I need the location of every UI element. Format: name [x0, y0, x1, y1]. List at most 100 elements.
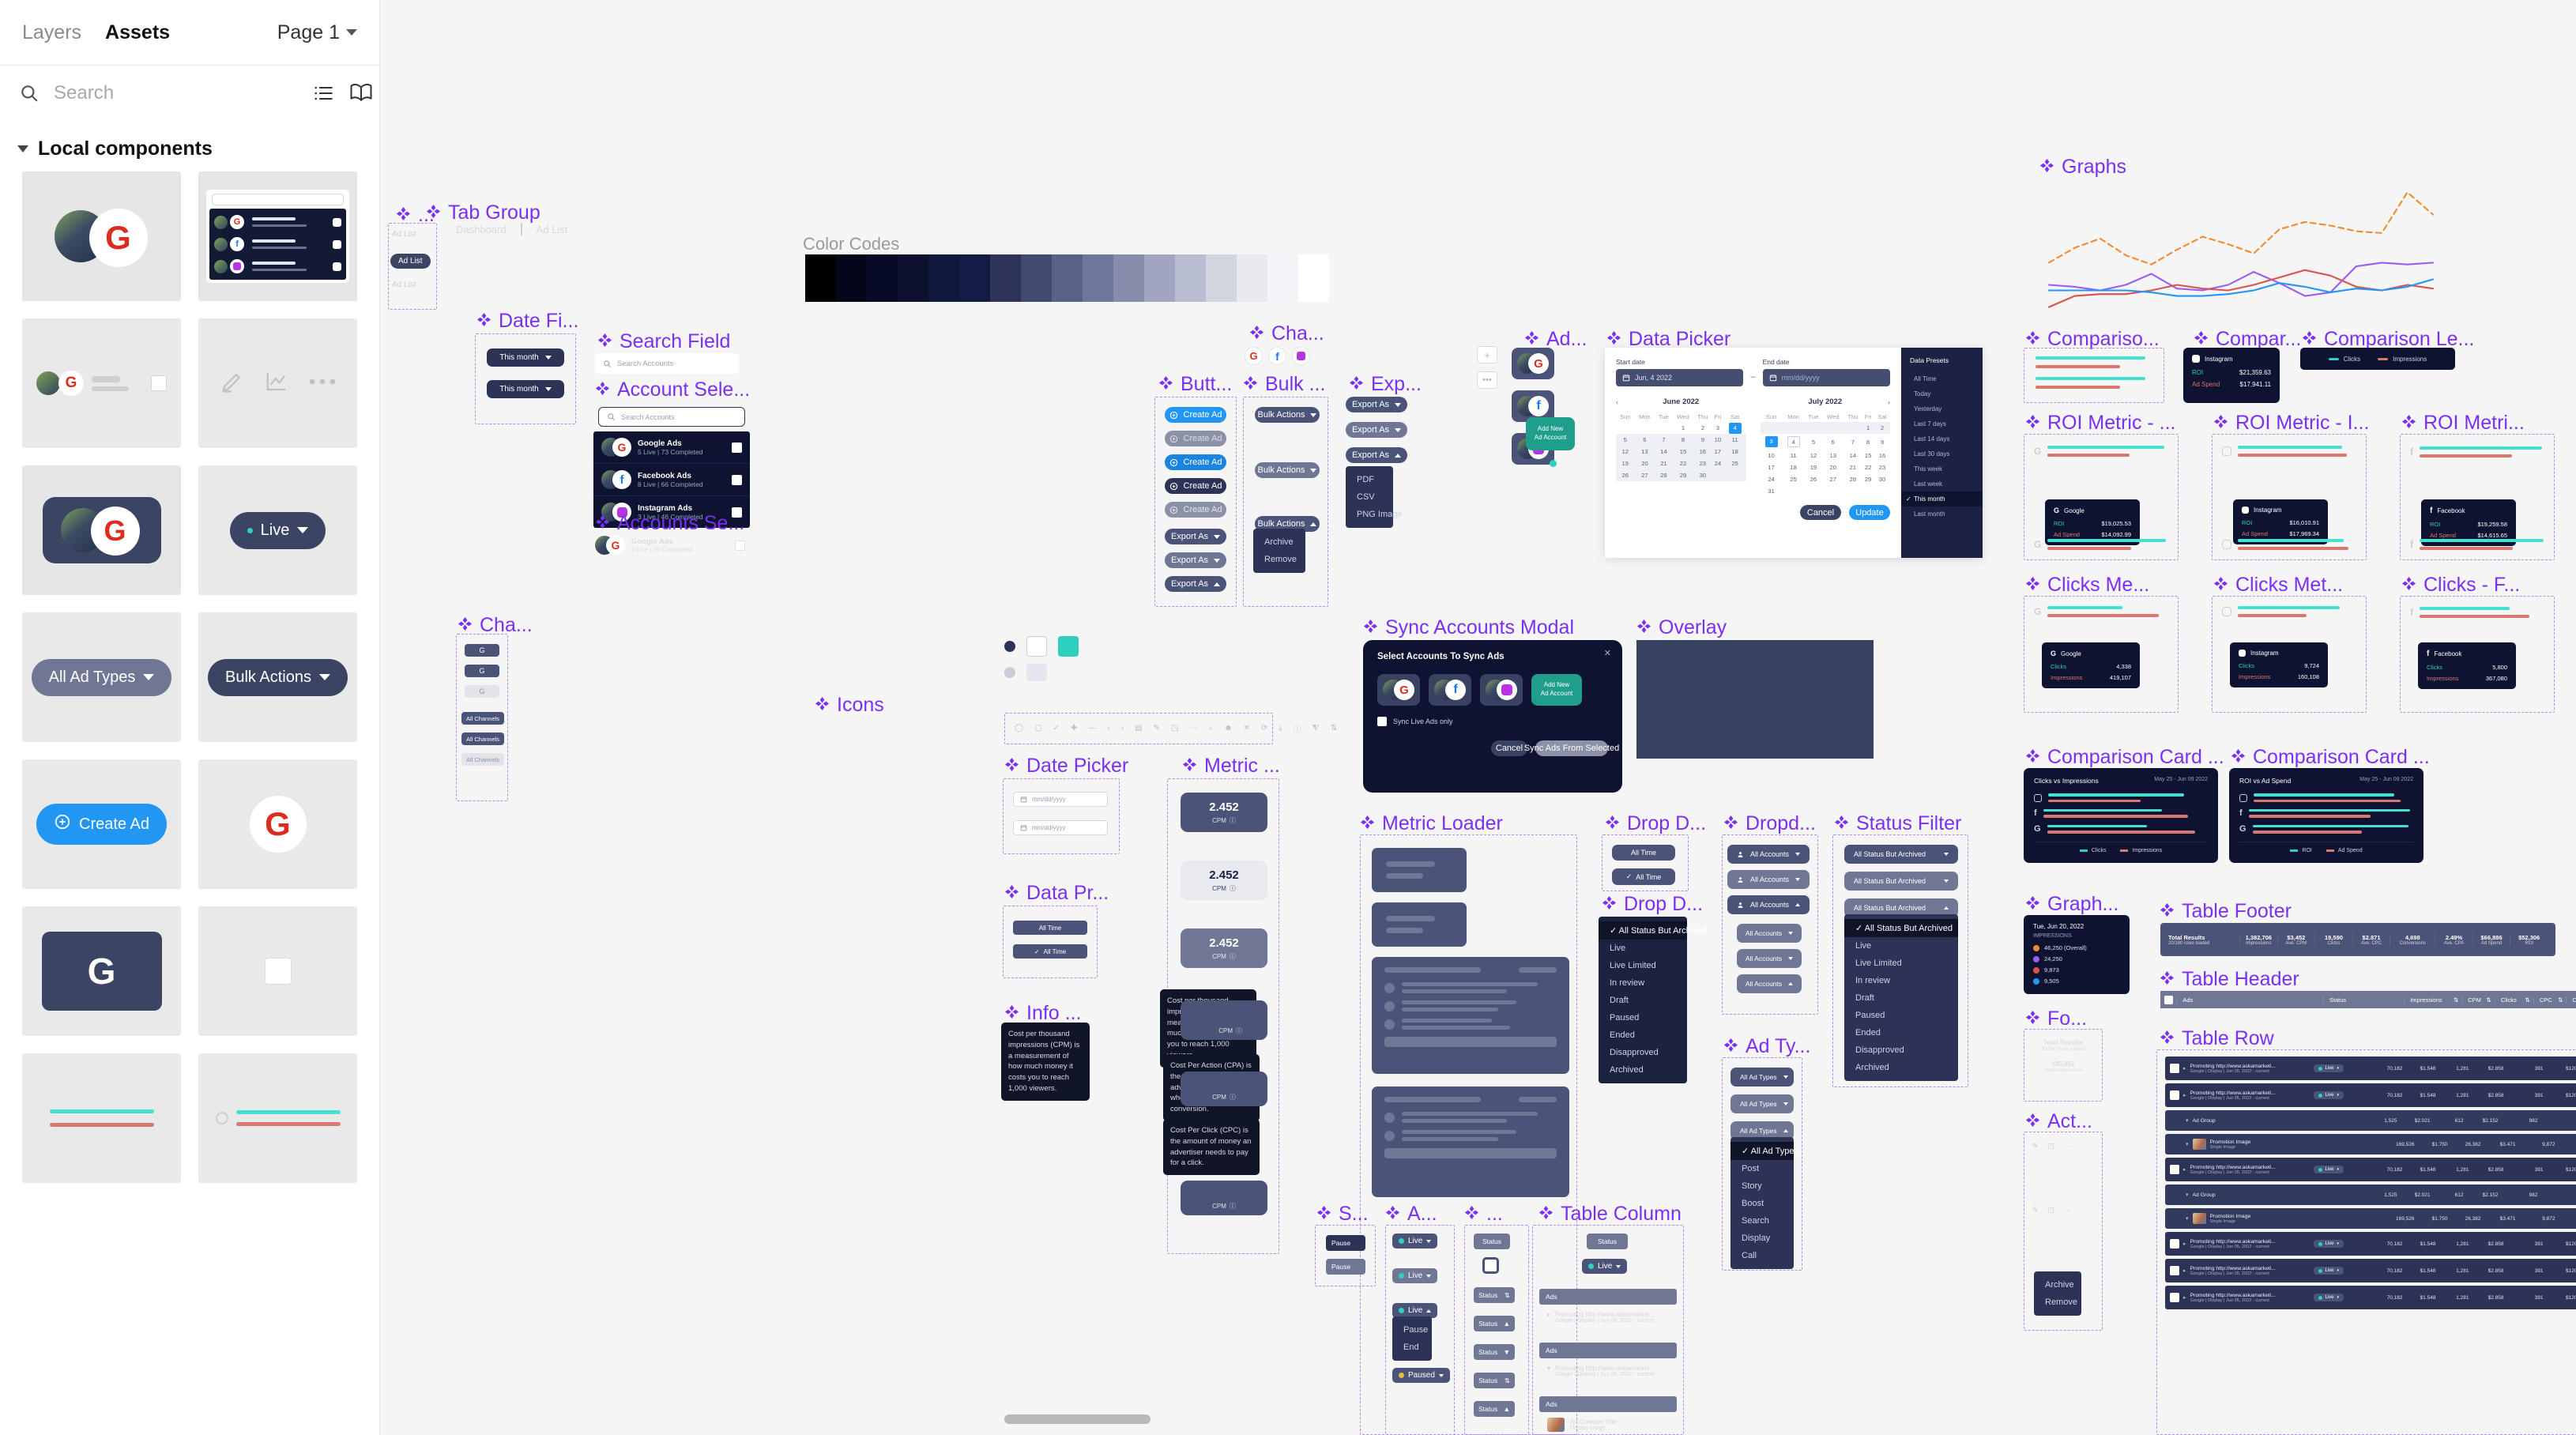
- ad-list-tab-active[interactable]: Ad List: [390, 254, 431, 269]
- status-filter-dropdown-1[interactable]: All Status But Archived: [1844, 845, 1958, 864]
- menu-item-all-status[interactable]: ✓ All Status But Archived: [1844, 919, 1958, 937]
- account-search-input[interactable]: Search Accounts: [598, 407, 745, 427]
- col-conversions[interactable]: Conversions⇅: [2566, 996, 2576, 1004]
- menu-item-boost[interactable]: Boost: [1731, 1195, 1794, 1212]
- table-row[interactable]: ▾Ad Group1,525$2.021612$2.152982---✎◳⋯: [2165, 1185, 2576, 1205]
- sync-live-only-row[interactable]: Sync Live Ads only: [1377, 717, 1608, 726]
- all-ad-types-dropdown[interactable]: All Ad Types: [31, 658, 172, 696]
- live-status-dropdown[interactable]: Live: [229, 511, 326, 549]
- status-chip[interactable]: Live ▾: [2313, 1091, 2344, 1099]
- status-chip[interactable]: Live ▾: [2313, 1267, 2344, 1275]
- component-thumb-row-icons[interactable]: [198, 318, 357, 448]
- collapse-icon[interactable]: ▾: [1547, 1365, 1550, 1377]
- all-accounts-dropdown-2[interactable]: All Accounts: [1727, 870, 1810, 889]
- bulk-actions-button-2[interactable]: Bulk Actions: [1255, 462, 1320, 478]
- menu-item-archive[interactable]: Archive: [2034, 1276, 2081, 1294]
- export-as-button-1[interactable]: Export As: [1165, 529, 1226, 544]
- create-ad-button[interactable]: Create Ad: [36, 804, 167, 845]
- chevron-right-icon[interactable]: ›: [1121, 724, 1124, 733]
- preset-this-month[interactable]: ✓ This month: [1901, 492, 1983, 507]
- search-field-component[interactable]: Search Accounts: [595, 353, 739, 374]
- row-checkbox[interactable]: [2170, 1064, 2179, 1073]
- filter-icon[interactable]: ⧨: [1312, 724, 1320, 733]
- preset-last-30-days[interactable]: Last 30 days: [1901, 446, 1983, 461]
- checkbox[interactable]: [735, 540, 745, 551]
- checkbox[interactable]: [332, 217, 341, 227]
- sync-icon[interactable]: ⟳: [1261, 724, 1267, 733]
- preset-this-week[interactable]: This week: [1901, 461, 1983, 476]
- calendar-icon[interactable]: ▤: [1135, 724, 1142, 733]
- checkbox[interactable]: [1485, 1260, 1497, 1271]
- next-month-button[interactable]: ›: [1888, 398, 1890, 406]
- col-impressions[interactable]: Impressions ⇅: [2404, 996, 2461, 1004]
- select-all-checkbox[interactable]: [2164, 995, 2173, 1004]
- table-row[interactable]: ▾ Promotion Image Single Image 169,526 $1.75…: [2165, 1208, 2576, 1229]
- menu-item-all-status[interactable]: ✓ All Status But Archived: [1599, 921, 1707, 940]
- status-sort-chip-2[interactable]: Status ▲: [1474, 1316, 1515, 1331]
- add-icon[interactable]: +: [1477, 346, 1497, 363]
- search-input[interactable]: [54, 81, 299, 104]
- menu-item-live[interactable]: Live: [1844, 937, 1958, 955]
- info-icon[interactable]: ⓘ: [1230, 1202, 1236, 1211]
- metric-card-5[interactable]: CPM ⓘ: [1181, 1072, 1267, 1106]
- live-chip[interactable]: Live: [1582, 1259, 1628, 1274]
- checkbox[interactable]: [732, 442, 742, 453]
- date-input-2[interactable]: mm/dd/yyyy: [1013, 820, 1108, 835]
- expand-icon[interactable]: ▸: [2183, 1241, 2186, 1247]
- update-button[interactable]: Update: [1849, 505, 1890, 520]
- create-ad-button-dark[interactable]: Create Ad: [1165, 478, 1226, 494]
- checkbox[interactable]: [732, 474, 742, 485]
- menu-item-post[interactable]: Post: [1731, 1160, 1794, 1177]
- check-icon[interactable]: ✓: [1053, 724, 1060, 733]
- preset-chip-2[interactable]: ✓ All Time: [1013, 944, 1087, 959]
- preset-last-7-days[interactable]: Last 7 days: [1901, 416, 1983, 431]
- pause-button-1[interactable]: Pause: [1326, 1235, 1365, 1251]
- edit-icon[interactable]: [220, 370, 244, 397]
- checkbox[interactable]: [1377, 717, 1387, 726]
- row-checkbox[interactable]: [2170, 1239, 2179, 1249]
- preset-last-week[interactable]: Last week: [1901, 476, 1983, 492]
- search-icon[interactable]: ⌕: [1208, 724, 1213, 733]
- edit-icon[interactable]: ✎: [1154, 724, 1160, 733]
- table-row[interactable]: ▸ Promoting http://www.askamarketi... Goog…: [2165, 1286, 2576, 1309]
- date-filter-dropdown-1[interactable]: This month: [487, 348, 564, 367]
- tile-instagram[interactable]: [1480, 674, 1523, 706]
- table-row[interactable]: ▾ Promotion Image Single Image 169,526 $1.75…: [2165, 1134, 2576, 1154]
- collapse-icon[interactable]: ▾: [2186, 1192, 2189, 1198]
- status-chip[interactable]: Live ▾: [2313, 1166, 2344, 1173]
- expand-icon[interactable]: ▸: [1547, 1311, 1550, 1324]
- info-icon[interactable]: ⓘ: [1230, 952, 1236, 961]
- table-row[interactable]: ▸ Promoting http://www.askamarketi... Goog…: [2165, 1158, 2576, 1181]
- menu-item-end[interactable]: End: [1392, 1339, 1432, 1356]
- circle-icon[interactable]: ◯: [1015, 724, 1023, 733]
- end-date-input[interactable]: mm/dd/yyyy: [1762, 369, 1890, 386]
- figma-canvas[interactable]: Color Codes ... Ad List Ad List Ad List …: [380, 0, 2576, 1435]
- menu-item-in-review[interactable]: In review: [1844, 972, 1958, 989]
- info-icon[interactable]: ⓘ: [1230, 884, 1236, 893]
- table-row[interactable]: ▸ Promoting http://www.askamarketi... Goog…: [2165, 1232, 2576, 1256]
- preset-last-14-days[interactable]: Last 14 days: [1901, 431, 1983, 446]
- checkbox[interactable]: [332, 239, 341, 249]
- close-icon[interactable]: ✕: [1604, 648, 1611, 658]
- tile-facebook[interactable]: f: [1429, 674, 1471, 706]
- menu-item-in-review[interactable]: In review: [1599, 974, 1687, 992]
- table-row[interactable]: ▸ Promoting http://www.askamarketi... Goog…: [2165, 1259, 2576, 1282]
- list-item-google[interactable]: G Google Ads 5 Live | 73 Completed: [593, 431, 750, 464]
- status-chip[interactable]: Live ▾: [2313, 1064, 2344, 1072]
- user-icon[interactable]: ☻: [1224, 724, 1233, 733]
- info-icon[interactable]: ⓘ: [1230, 1093, 1236, 1102]
- bulk-actions-button-1[interactable]: Bulk Actions: [1255, 407, 1320, 423]
- component-thumb-checkbox[interactable]: [198, 906, 357, 1036]
- ad-type-dropdown-2[interactable]: All Ad Types: [1731, 1094, 1794, 1113]
- row-checkbox[interactable]: [2170, 1266, 2179, 1275]
- tab-layers[interactable]: Layers: [22, 21, 81, 44]
- more-icon[interactable]: ⋯: [1189, 724, 1197, 733]
- menu-item-live-limited[interactable]: Live Limited: [1599, 957, 1687, 974]
- list-view-icon[interactable]: [313, 79, 335, 107]
- tile-google[interactable]: G: [1377, 674, 1420, 706]
- facebook-logo-icon[interactable]: f: [1269, 348, 1286, 364]
- status-sort-chip-3[interactable]: Status ▼: [1474, 1344, 1515, 1360]
- more-icon[interactable]: •••: [1477, 371, 1497, 389]
- plus-icon[interactable]: ✚: [1071, 724, 1077, 733]
- row-checkbox[interactable]: [2170, 1090, 2179, 1100]
